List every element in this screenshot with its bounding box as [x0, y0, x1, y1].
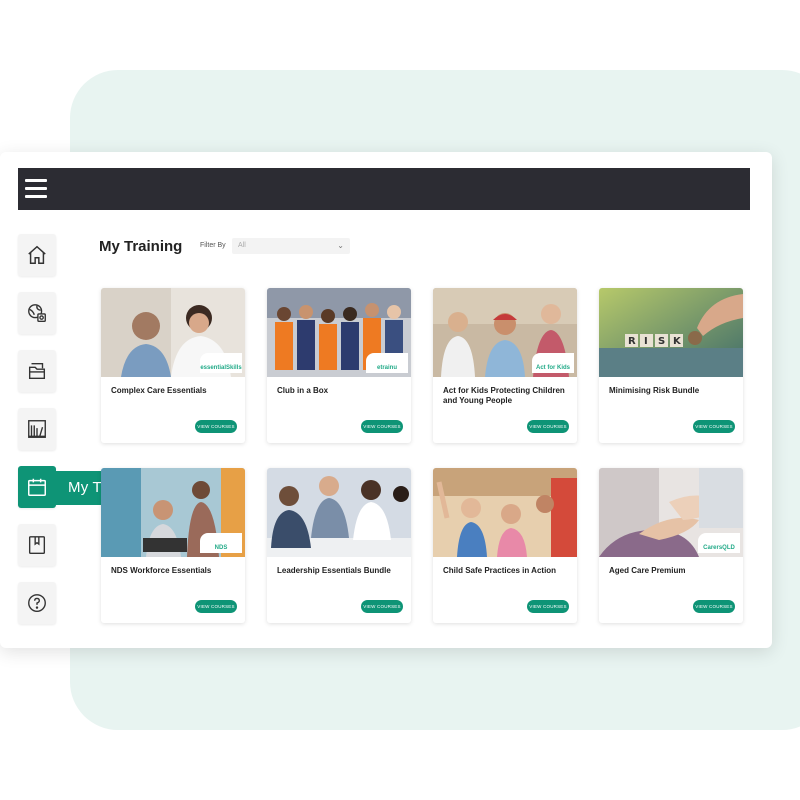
course-card[interactable]: etrainu Club in a Box VIEW COURSES [267, 288, 411, 443]
course-card[interactable]: CarersQLD Aged Care Premium VIEW COURSES [599, 468, 743, 623]
course-title: Club in a Box [277, 386, 329, 395]
provider-badge: essentialSkills [200, 353, 242, 373]
course-title: Complex Care Essentials [111, 386, 207, 395]
svg-text:S: S [658, 336, 665, 347]
sidebar-item-home[interactable] [18, 234, 56, 276]
sidebar: My Training [18, 234, 159, 640]
sidebar-item-inbox[interactable] [18, 350, 56, 392]
provider-badge: etrainu [366, 353, 408, 373]
filter-value: All [238, 242, 246, 249]
sidebar-item-library[interactable] [18, 408, 56, 450]
bookmark-book-icon [28, 536, 46, 554]
help-question-icon [28, 594, 46, 612]
course-image: essentialSkills [101, 288, 245, 377]
course-title: Minimising Risk Bundle [609, 386, 700, 395]
course-title: NDS Workforce Essentials [111, 566, 212, 575]
view-courses-button[interactable]: VIEW COURSES [527, 600, 569, 613]
chevron-down-icon: ⌄ [337, 241, 344, 250]
course-image: etrainu [267, 288, 411, 377]
app-window: My Training My Training Filter By All ⌄ … [0, 152, 772, 648]
sidebar-item-certificates[interactable] [18, 292, 56, 334]
course-card[interactable]: essentialSkills Complex Care Essentials … [101, 288, 245, 443]
course-title: Aged Care Premium [609, 566, 686, 575]
home-icon [28, 245, 46, 264]
course-card[interactable]: R I S K Minimising Risk Bundle VIEW COUR… [599, 288, 743, 443]
filter-label: Filter By [200, 242, 226, 249]
view-courses-button[interactable]: VIEW COURSES [693, 600, 735, 613]
view-courses-button[interactable]: VIEW COURSES [361, 420, 403, 433]
course-title: Act for Kids Protecting Children and You… [443, 386, 565, 405]
course-image: R I S K [599, 288, 743, 377]
top-bar [18, 168, 750, 210]
course-image: CarersQLD [599, 468, 743, 557]
sidebar-item-my-training[interactable]: My Training [18, 466, 159, 508]
course-image [267, 468, 411, 557]
course-title: Leadership Essentials Bundle [277, 566, 391, 575]
view-courses-button[interactable]: VIEW COURSES [195, 600, 237, 613]
hamburger-menu-icon[interactable] [25, 179, 47, 199]
folder-tray-icon [28, 362, 46, 380]
svg-text:K: K [673, 336, 682, 347]
course-image: Act for Kids [433, 288, 577, 377]
provider-badge: NDS [200, 533, 242, 553]
course-title: Child Safe Practices in Action [443, 566, 557, 575]
view-courses-button[interactable]: VIEW COURSES [361, 600, 403, 613]
page-title: My Training [99, 238, 183, 255]
course-card[interactable]: NDS NDS Workforce Essentials VIEW COURSE… [101, 468, 245, 623]
provider-badge: CarersQLD [698, 533, 740, 553]
course-image [433, 468, 577, 557]
view-courses-button[interactable]: VIEW COURSES [527, 420, 569, 433]
course-card[interactable]: Leadership Essentials Bundle VIEW COURSE… [267, 468, 411, 623]
calendar-icon [28, 478, 46, 496]
svg-text:R: R [628, 336, 636, 347]
course-card[interactable]: Act for Kids Act for Kids Protecting Chi… [433, 288, 577, 443]
course-image: NDS [101, 468, 245, 557]
view-courses-button[interactable]: VIEW COURSES [693, 420, 735, 433]
view-courses-button[interactable]: VIEW COURSES [195, 420, 237, 433]
library-books-icon [28, 420, 46, 438]
svg-text:I: I [644, 336, 648, 347]
sidebar-item-bookmarks[interactable] [18, 524, 56, 566]
filter-dropdown[interactable]: All ⌄ [232, 238, 350, 254]
provider-badge: Act for Kids [532, 353, 574, 373]
globe-certificate-icon [28, 304, 46, 322]
course-card[interactable]: Child Safe Practices in Action VIEW COUR… [433, 468, 577, 623]
sidebar-item-help[interactable] [18, 582, 56, 624]
